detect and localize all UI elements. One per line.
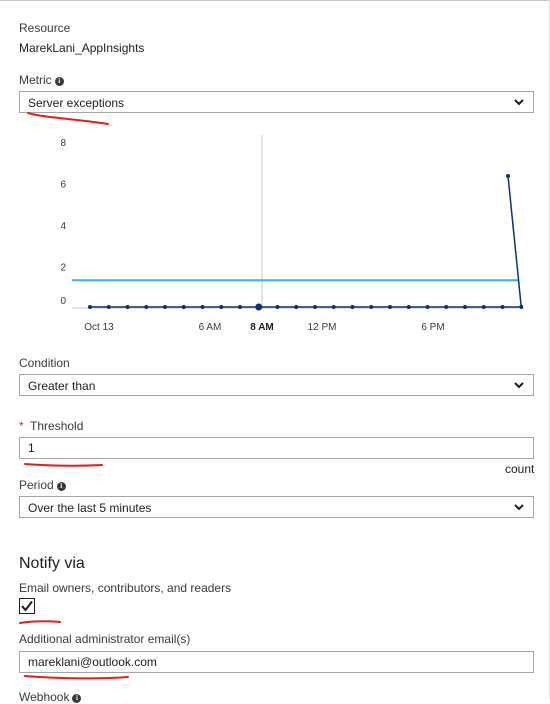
data-point — [275, 305, 280, 309]
data-point — [144, 305, 149, 309]
data-point — [369, 305, 374, 309]
annotation-underline-email — [24, 675, 129, 680]
metric-label: Metric — [19, 73, 52, 87]
data-point — [500, 305, 505, 309]
annotation-underline-checkbox — [19, 620, 61, 624]
threshold-unit: count — [505, 462, 535, 476]
data-point — [200, 305, 205, 309]
annotation-underline-metric — [27, 112, 109, 125]
data-point — [125, 305, 130, 309]
resource-label: Resource — [19, 21, 71, 35]
y-tick-label: 6 — [60, 180, 66, 191]
y-tick-label: 0 — [60, 296, 66, 307]
condition-selected-value: Greater than — [28, 379, 96, 393]
data-point — [219, 305, 224, 309]
email-owners-checkbox[interactable] — [19, 598, 35, 614]
checkmark-icon — [21, 600, 33, 612]
x-tick-label: 6 PM — [421, 322, 444, 333]
metric-chart: 8 6 4 2 0 Oct 13 6 AM 8 AM 12 PM 6 PM — [60, 135, 524, 333]
y-tick-label: 2 — [60, 263, 66, 274]
x-tick-label: 12 PM — [308, 322, 337, 333]
x-tick-label: Oct 13 — [84, 322, 114, 333]
threshold-input[interactable] — [19, 437, 534, 459]
data-point — [331, 305, 336, 309]
data-point — [255, 303, 263, 311]
webhook-label: Webhook — [19, 690, 70, 704]
additional-email-input[interactable] — [19, 651, 534, 673]
condition-select[interactable]: Greater than — [19, 374, 534, 396]
info-icon[interactable]: i — [54, 77, 64, 86]
y-tick-label: 8 — [60, 138, 66, 149]
data-point — [294, 305, 299, 309]
chevron-down-icon — [514, 99, 524, 106]
data-point — [519, 305, 524, 309]
period-select[interactable]: Over the last 5 minutes — [19, 496, 534, 518]
data-point — [388, 305, 392, 309]
annotation-underline-threshold — [24, 463, 103, 467]
period-selected-value: Over the last 5 minutes — [28, 501, 152, 515]
data-point — [181, 305, 186, 309]
series-line — [90, 175, 523, 308]
data-point — [350, 305, 355, 309]
email-owners-label: Email owners, contributors, and readers — [19, 581, 232, 595]
data-point — [106, 305, 111, 309]
required-asterisk: * — [19, 419, 24, 433]
metric-selected-value: Server exceptions — [28, 96, 125, 110]
data-point — [506, 173, 510, 178]
x-tick-label: 6 AM — [199, 322, 222, 333]
threshold-label-row: * Threshold — [19, 419, 83, 433]
period-label-row: Period i — [19, 478, 66, 492]
additional-email-label: Additional administrator email(s) — [19, 632, 191, 646]
y-tick-label: 4 — [60, 221, 66, 232]
data-point — [313, 305, 317, 309]
notify-heading: Notify via — [19, 555, 85, 572]
period-label: Period — [19, 478, 54, 492]
threshold-label: Threshold — [30, 419, 84, 433]
metric-label-row: Metric i — [19, 73, 64, 87]
data-point — [88, 305, 92, 309]
data-point — [425, 305, 430, 309]
data-point — [444, 305, 449, 309]
data-point — [463, 305, 467, 309]
chevron-down-icon — [514, 382, 524, 389]
info-icon[interactable]: i — [56, 482, 66, 491]
top-divider — [0, 0, 550, 1]
resource-value: MarekLani_AppInsights — [19, 41, 145, 55]
data-point — [481, 305, 486, 309]
x-tick-label: 8 AM — [250, 322, 274, 333]
condition-label: Condition — [19, 356, 70, 370]
webhook-label-row: Webhook i — [19, 690, 82, 704]
data-point — [163, 305, 167, 309]
chevron-down-icon — [514, 504, 524, 511]
data-point — [406, 305, 411, 309]
data-point — [238, 305, 242, 309]
